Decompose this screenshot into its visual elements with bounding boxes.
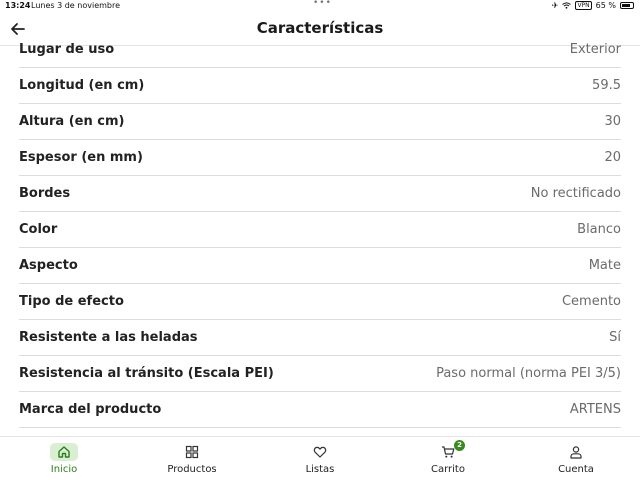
tab-carrito[interactable]: 2 Carrito (384, 437, 512, 480)
tab-inicio[interactable]: Inicio (0, 437, 128, 480)
characteristic-row: Longitud (en cm) 59.5 (19, 68, 621, 104)
characteristic-label: Aspecto (19, 258, 78, 273)
characteristic-row: Color Blanco (19, 212, 621, 248)
airplane-icon: ✈ (551, 1, 559, 10)
tab-label: Inicio (50, 464, 78, 475)
characteristic-value: 59.5 (592, 78, 621, 93)
characteristic-label: Resistencia al tránsito (Escala PEI) (19, 366, 274, 381)
characteristic-row: Lugar de uso Exterior (19, 32, 621, 68)
status-indicators: ✈ VPN 65 % (552, 1, 634, 10)
status-time: 13:24 (5, 1, 31, 10)
characteristic-row: Espesor (en mm) 20 (19, 140, 621, 176)
characteristic-label: Resistente a las heladas (19, 330, 198, 345)
characteristic-label: Color (19, 222, 58, 237)
characteristic-label: Longitud (en cm) (19, 78, 145, 93)
characteristic-label: Altura (en cm) (19, 114, 125, 129)
characteristic-label: Marca del producto (19, 402, 162, 417)
home-icon (50, 443, 78, 461)
characteristic-row: Altura (en cm) 30 (19, 104, 621, 140)
characteristic-label: Espesor (en mm) (19, 150, 143, 165)
characteristic-row: Aspecto Mate (19, 248, 621, 284)
characteristic-value: Paso normal (norma PEI 3/5) (436, 366, 621, 381)
battery-percent: 65 % (595, 1, 616, 10)
characteristic-label: Lugar de uso (19, 42, 115, 57)
vpn-badge: VPN (575, 1, 592, 10)
cart-count-badge: 2 (454, 440, 465, 451)
characteristic-value: Exterior (569, 42, 621, 57)
status-date: Lunes 3 de noviembre (31, 1, 121, 10)
characteristic-value: Blanco (577, 222, 621, 237)
grid-icon (178, 443, 206, 461)
characteristics-list[interactable]: Lugar de uso Exterior Longitud (en cm) 5… (0, 32, 640, 436)
characteristic-value: No rectificado (530, 186, 621, 201)
tab-productos[interactable]: Productos (128, 437, 256, 480)
characteristic-row: Bordes No rectificado (19, 176, 621, 212)
characteristic-row: Resistente a las heladas Sí (19, 320, 621, 356)
characteristic-value: Sí (609, 330, 621, 345)
battery-icon (620, 2, 634, 9)
tab-cuenta[interactable]: Cuenta (512, 437, 640, 480)
tab-label: Cuenta (558, 464, 594, 475)
characteristic-value: Cemento (561, 294, 621, 309)
characteristic-row: Resistencia al tránsito (Escala PEI) Pas… (19, 356, 621, 392)
heart-icon (306, 443, 334, 461)
wifi-icon (562, 2, 572, 9)
characteristic-row: Marca del producto ARTENS (19, 392, 621, 428)
characteristic-row: Tipo de efecto Cemento (19, 284, 621, 320)
characteristic-label: Bordes (19, 186, 71, 201)
multitasking-dots-icon[interactable]: ••• (313, 0, 332, 8)
user-icon (562, 443, 590, 461)
bottom-tab-bar: Inicio Productos Listas 2 Carrito Cuenta (0, 436, 640, 480)
status-bar: 13:24 Lunes 3 de noviembre ••• ✈ VPN 65 … (0, 0, 640, 12)
characteristic-value: 20 (604, 150, 621, 165)
tab-listas[interactable]: Listas (256, 437, 384, 480)
tab-label: Productos (167, 464, 217, 475)
characteristic-value: ARTENS (569, 402, 621, 417)
tab-label: Listas (305, 464, 335, 475)
tab-label: Carrito (431, 464, 465, 475)
characteristic-label: Tipo de efecto (19, 294, 124, 309)
characteristic-value: Mate (588, 258, 621, 273)
characteristic-value: 30 (604, 114, 621, 129)
